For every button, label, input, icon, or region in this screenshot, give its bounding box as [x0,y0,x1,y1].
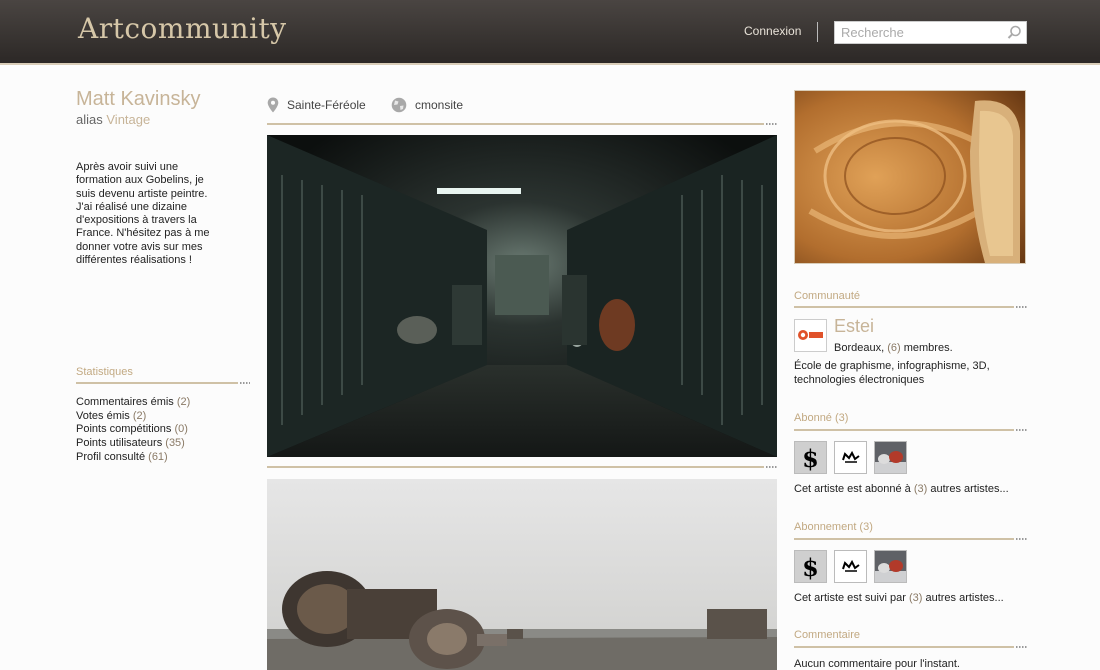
artist-thumbnail[interactable] [874,550,907,583]
login-link[interactable]: Connexion [744,24,801,38]
content-rule [267,466,764,468]
profile-alias: alias Vintage [76,112,150,127]
profile-name: Matt Kavinsky [76,88,201,110]
stats-list: Commentaires émis (2) Votes émis (2) Poi… [76,396,190,465]
logo[interactable]: Artcommunity [78,12,287,45]
featured-artwork[interactable] [794,90,1026,264]
comments-title: Commentaire [794,629,861,641]
sketch-icon [835,442,866,473]
search-input[interactable] [835,22,1001,43]
location-info: Sainte-Féréole [267,97,366,113]
community-rule [794,306,1014,308]
artwork-image [267,479,777,670]
profile-bio: Après avoir suivi une formation aux Gobe… [76,161,210,267]
location-pin-icon [267,97,279,113]
featured-artwork-image [795,91,1025,263]
location-text: Sainte-Féréole [287,98,366,112]
artist-thumbnail[interactable]: $ [794,441,827,474]
subscription-rule [794,538,1014,540]
stat-item: Commentaires émis (2) [76,396,191,408]
render-icon [875,551,906,582]
community-location: Bordeaux, (6) membres. [834,342,953,354]
subscription-count-link[interactable]: (3) [909,592,922,604]
content-rule-dots [766,123,777,125]
comments-rule [794,646,1014,648]
dollar-icon: $ [795,551,826,582]
stat-item: Profil consulté (61) [76,450,168,463]
estei-logo-icon [798,330,823,340]
website-link[interactable]: cmonsite [415,98,463,112]
stats-rule [76,382,238,384]
subscription-rule-dots [1016,538,1027,540]
subscription-title: Abonnement (3) [794,521,873,533]
stats-rule-dots [240,382,250,384]
subscription-note: Cet artiste est suivi par (3) autres art… [794,592,1004,604]
dollar-icon: $ [795,442,826,473]
community-description: École de graphisme, infographisme, 3D, t… [794,360,990,386]
community-logo[interactable] [794,319,827,352]
sketch-icon [835,551,866,582]
stat-item: Points utilisateurs (35) [76,437,185,450]
community-title: Communauté [794,290,861,302]
subscribed-count-link[interactable]: (3) [914,483,927,495]
artist-thumbnail[interactable] [834,441,867,474]
community-rule-dots [1016,306,1027,308]
artwork-photo[interactable] [267,479,777,670]
content-rule [267,123,764,125]
stat-item: Points compétitions (0) [76,423,188,436]
subscribed-rule [794,429,1014,431]
subscribed-note: Cet artiste est abonné à (3) autres arti… [794,483,1009,495]
content-rule-dots [766,466,777,468]
alias-value: Vintage [106,112,151,127]
search-icon[interactable] [1006,24,1023,41]
subscribed-rule-dots [1016,429,1027,431]
artist-thumbnail[interactable] [834,550,867,583]
artwork-photo[interactable] [267,135,777,457]
globe-icon [391,97,407,113]
comments-rule-dots [1016,646,1027,648]
header: Artcommunity Connexion [0,0,1100,65]
website-info: cmonsite [391,97,463,113]
subscribed-title: Abonné (3) [794,412,849,424]
search-box [834,21,1027,44]
comments-empty: Aucun commentaire pour l'instant. [794,658,960,670]
stat-item: Votes émis (2) [76,409,147,422]
artist-thumbnail[interactable]: $ [794,550,827,583]
render-icon [875,442,906,473]
nav-divider [817,22,818,42]
stats-title: Statistiques [76,366,133,378]
artwork-image [267,135,777,457]
svg-text:$: $ [802,444,819,473]
community-name[interactable]: Estei [834,316,874,337]
artist-thumbnail[interactable] [874,441,907,474]
alias-prefix: alias [76,112,103,127]
svg-text:$: $ [802,553,819,582]
